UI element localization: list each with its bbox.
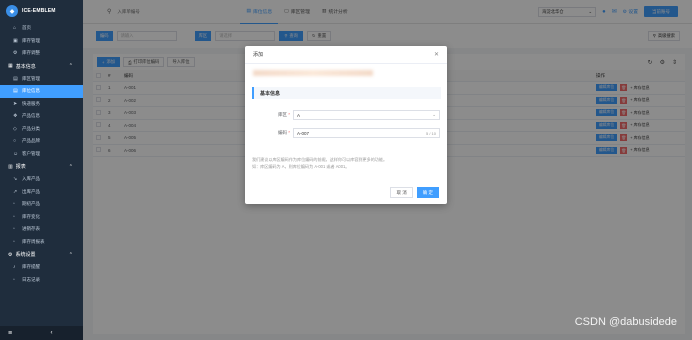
add-dialog: 添加 ✕ 基本信息 库区 * A ⌄ 编码 * A-007 5 / 10 我们建议以… [245,46,447,204]
sidebar-item-in[interactable]: ↘ 入库产品 [0,173,83,186]
sidebar-item-inventory[interactable]: ▫ 进销存表 [0,223,83,236]
category-icon: ◇ [13,125,17,132]
box-icon: ▣ [13,37,18,44]
sidebar-item-change[interactable]: ▫ 库存变化 [0,211,83,224]
chevron-down-icon: ⌄ [432,112,436,117]
chevron-up-icon: ⌃ [68,251,73,258]
sidebar-item-stock[interactable]: ▣ 库存管理 [0,35,83,48]
change-icon: ▫ [13,213,15,220]
code-form-row: 编码 * A-007 5 / 10 [265,128,440,138]
adjust-icon: ⚙ [13,50,18,57]
sidebar-item-location[interactable]: ▤ 库位信息 [0,85,83,98]
chart-icon: ▥ [8,163,13,170]
sidebar-group-basic[interactable]: ▦ 基本信息 ⌃ [0,60,83,73]
chevron-up-icon: ⌃ [68,63,73,69]
out-icon: ↗ [13,188,18,195]
sidebar-item-product[interactable]: ❖ 产品信息 [0,110,83,123]
sidebar-item-area[interactable]: ▤ 库区管理 [0,73,83,86]
char-count: 5 / 10 [425,130,436,136]
bell-icon: ♪ [13,264,16,271]
sidebar-item-brand[interactable]: ○ 产品品牌 [0,135,83,148]
close-icon[interactable]: ✕ [434,51,439,58]
product-icon: ❖ [13,113,18,120]
sidebar-item-remind[interactable]: ♪ 库存提醒 [0,261,83,274]
sidebar-item-express[interactable]: ➤ 快递服务 [0,98,83,111]
home-icon: ⌂ [13,25,17,32]
sidebar-item-log[interactable]: ▫ 日志记录 [0,274,83,287]
sidebar-group-system[interactable]: ⚙ 系统设置 ⌃ [0,248,83,261]
code-input[interactable]: A-007 5 / 10 [293,128,440,138]
area-select[interactable]: A ⌄ [293,110,440,120]
sidebar-footer: ≡ ‹ [0,326,83,340]
confirm-button[interactable]: 确 定 [416,187,439,198]
blurred-notice [253,70,373,76]
truck-icon: ➤ [13,100,18,107]
dialog-footer: 取 消 确 定 [390,187,439,198]
hint-text: 我们建议以库区编码作为库位编码的前缀，这样你可以库容到更多的功能。 如：库区编码… [252,157,388,169]
chevron-up-icon: ⌃ [68,163,73,170]
sidebar-item-out[interactable]: ↗ 出库产品 [0,186,83,199]
grid-icon: ▦ [8,63,13,69]
area-icon: ▤ [13,75,18,82]
collapse-icon[interactable]: ‹ [20,330,83,336]
gear-icon: ⚙ [8,251,13,258]
area-form-row: 库区 * A ⌄ [265,110,440,120]
dialog-title: 添加 [253,52,264,58]
menu-icon[interactable]: ≡ [0,330,20,337]
sidebar-item-adjust[interactable]: ⚙ 库存调整 [0,47,83,60]
section-title: 基本信息 [252,87,441,99]
report-icon: ▫ [13,238,15,245]
code-field-label: 编码 * [277,130,290,135]
area-field-label: 库区 * [277,112,290,117]
cancel-button[interactable]: 取 消 [390,187,413,198]
location-icon: ▤ [13,88,18,95]
log-icon: ▫ [13,276,15,283]
sidebar-item-category[interactable]: ◇ 产品分类 [0,123,83,136]
sidebar-item-customer[interactable]: ☺ 客户管理 [0,148,83,161]
brand-icon: ○ [13,138,17,145]
sidebar-item-weekly[interactable]: ▫ 库存周报表 [0,236,83,249]
sidebar-group-report[interactable]: ▥ 报表 ⌃ [0,160,83,173]
sidebar: ◆ ICE-EMBLEM ⌂ 首页 ▣ 库存管理 ⚙ 库存调整 ▦ 基本信息 ⌃ ▤ 库区管… [0,0,83,340]
table-icon: ▫ [13,226,15,233]
watermark: CSDN @dabusidede [574,316,677,328]
in-icon: ↘ [13,176,18,183]
sidebar-item-home[interactable]: ⌂ 首页 [0,22,83,35]
customer-icon: ☺ [13,150,19,157]
sidebar-item-init[interactable]: ▫ 期初产品 [0,198,83,211]
dialog-header: 添加 ✕ [245,46,447,64]
brand: ◆ ICE-EMBLEM [0,0,83,22]
brand-name: ICE-EMBLEM [22,8,56,14]
logo-icon: ◆ [6,5,18,17]
init-icon: ▫ [13,201,15,208]
